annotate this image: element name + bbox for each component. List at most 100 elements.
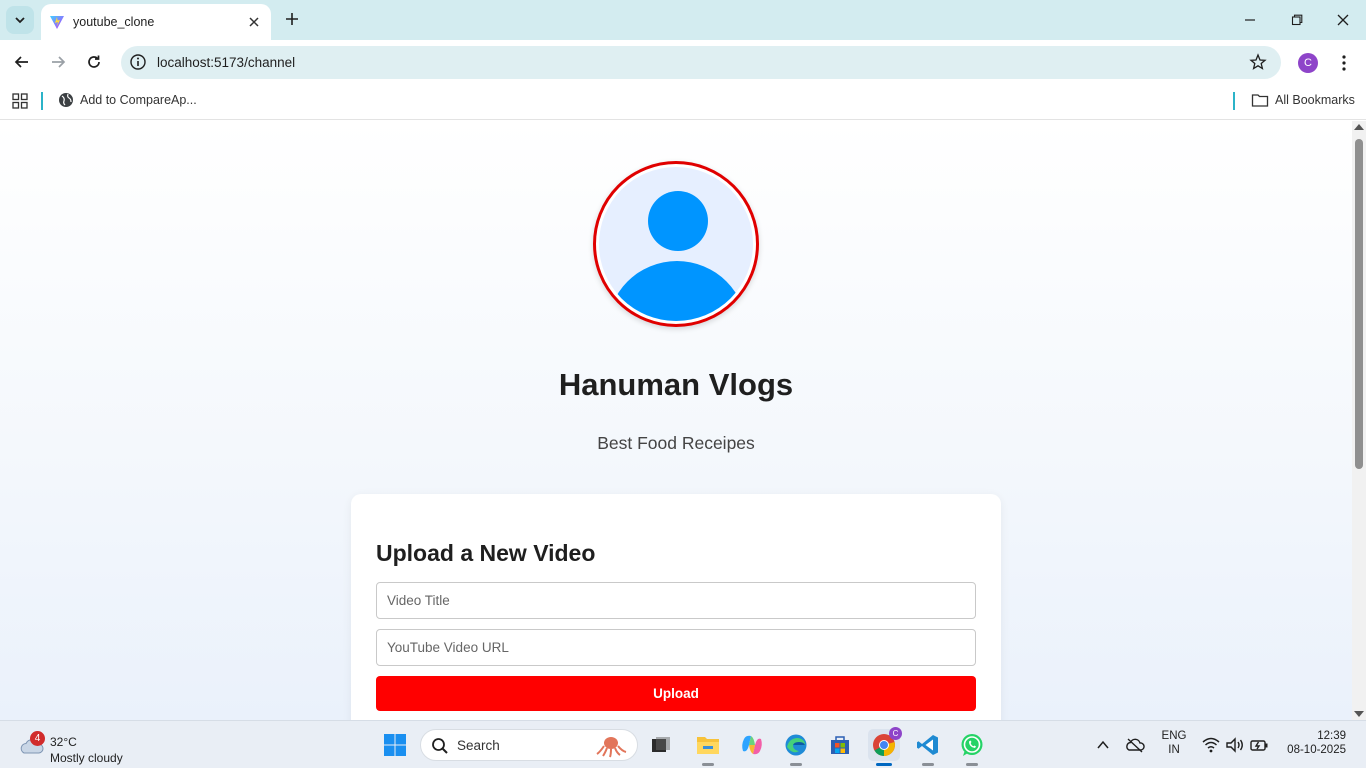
all-bookmarks-button[interactable]: All Bookmarks: [1251, 92, 1355, 108]
bookmarks-bar: Add to CompareAp... All Bookmarks: [0, 84, 1366, 120]
site-info-icon[interactable]: [129, 53, 147, 71]
apps-grid-icon[interactable]: [12, 93, 28, 109]
show-hidden-icons-button[interactable]: [1088, 729, 1118, 761]
quick-settings-button[interactable]: [1198, 729, 1272, 761]
bookmarks-separator: [41, 92, 43, 110]
tab-close-button[interactable]: [245, 13, 263, 31]
clock[interactable]: 12:39 08-10-2025: [1278, 730, 1354, 756]
active-indicator: [876, 763, 892, 766]
microsoft-store-icon: [831, 736, 849, 754]
arrow-left-icon: [14, 56, 28, 68]
browser-menu-button[interactable]: [1335, 51, 1353, 75]
onedrive-offline-button[interactable]: [1120, 729, 1150, 761]
bookmarks-separator: [1233, 92, 1235, 110]
copilot-button[interactable]: [736, 729, 768, 761]
more-vertical-icon: [1342, 55, 1346, 71]
running-indicator: [922, 763, 934, 766]
vscode-button[interactable]: [912, 729, 944, 766]
upload-video-card: Upload a New Video Upload: [351, 494, 1001, 720]
bookmark-label: Add to CompareAp...: [80, 93, 197, 107]
upload-button[interactable]: Upload: [376, 676, 976, 711]
minimize-button[interactable]: [1238, 8, 1262, 32]
search-icon: [432, 738, 448, 754]
edge-button[interactable]: [780, 729, 812, 766]
windows-logo-icon: [384, 734, 406, 756]
channel-avatar: [593, 161, 759, 327]
running-indicator: [966, 763, 978, 766]
browser-tab-bar: youtube_clone: [0, 0, 1366, 40]
new-tab-button[interactable]: [281, 8, 303, 30]
battery-charging-icon: [1250, 740, 1268, 751]
edge-icon: [785, 734, 807, 756]
chevron-down-icon: [15, 17, 25, 24]
avatar-head-shape: [648, 191, 708, 251]
chevron-up-icon: [1097, 740, 1109, 749]
weather-temperature: 32°C: [50, 735, 77, 749]
minimize-icon: [1245, 19, 1255, 21]
restore-button[interactable]: [1285, 8, 1309, 32]
restore-icon: [1291, 14, 1303, 26]
address-bar[interactable]: localhost:5173/channel: [121, 46, 1281, 79]
url-text[interactable]: localhost:5173/channel: [157, 55, 295, 70]
chrome-profile-badge: C: [889, 727, 902, 740]
bookmark-compareapp[interactable]: Add to CompareAp...: [58, 92, 197, 108]
close-window-button[interactable]: [1331, 8, 1355, 32]
running-indicator: [790, 763, 802, 766]
vscode-icon: [917, 735, 938, 755]
upload-heading: Upload a New Video: [376, 540, 596, 566]
file-explorer-button[interactable]: [692, 729, 724, 766]
bookmark-star-icon[interactable]: [1249, 53, 1267, 71]
taskbar-search-box[interactable]: Search: [420, 729, 638, 761]
channel-name: Hanuman Vlogs: [558, 367, 794, 402]
windows-taskbar: 4 32°C Mostly cloudy Search C ENG IN 12:…: [0, 720, 1366, 768]
close-icon: [1337, 14, 1349, 26]
chrome-button[interactable]: C: [868, 727, 902, 766]
clock-date: 08-10-2025: [1287, 744, 1346, 756]
copilot-icon: [742, 735, 762, 755]
close-icon: [249, 17, 259, 27]
weather-condition: Mostly cloudy: [50, 751, 123, 765]
language-indicator[interactable]: ENG IN: [1156, 730, 1192, 756]
octopus-search-art-icon: [596, 737, 627, 758]
volume-icon: [1226, 737, 1243, 753]
browser-tab-active[interactable]: youtube_clone: [41, 4, 271, 40]
language-code: ENG: [1161, 730, 1187, 742]
channel-description: Best Food Receipes: [597, 433, 755, 453]
back-button[interactable]: [9, 49, 35, 75]
page-viewport: Hanuman Vlogs Best Food Receipes Upload …: [0, 121, 1352, 720]
reload-button[interactable]: [81, 49, 107, 75]
scroll-up-arrow[interactable]: [1354, 124, 1364, 130]
avatar-background: [599, 167, 753, 321]
task-view-button[interactable]: [645, 729, 677, 761]
vite-favicon-icon: [50, 16, 64, 29]
folder-icon: [697, 737, 719, 754]
cloud-offline-icon: [1126, 738, 1145, 753]
tab-title: youtube_clone: [73, 15, 155, 29]
tab-search-button[interactable]: [6, 6, 34, 34]
browser-toolbar: localhost:5173/channel: [0, 40, 1366, 84]
wifi-icon: [1202, 737, 1220, 753]
scroll-down-arrow[interactable]: [1354, 711, 1364, 717]
store-button[interactable]: [824, 729, 856, 761]
scrollbar-thumb[interactable]: [1355, 139, 1363, 469]
reload-icon: [88, 55, 100, 68]
forward-button[interactable]: [45, 49, 71, 75]
clock-time: 12:39: [1317, 730, 1346, 742]
weather-widget[interactable]: 4 32°C Mostly cloudy: [16, 727, 146, 765]
folder-icon: [1251, 94, 1269, 107]
start-button[interactable]: [379, 729, 411, 761]
running-indicator: [702, 763, 714, 766]
whatsapp-icon: [961, 734, 983, 756]
avatar-body-shape: [607, 261, 747, 321]
weather-alert-badge: 4: [30, 731, 45, 746]
whatsapp-button[interactable]: [956, 729, 988, 766]
video-title-input[interactable]: [376, 582, 976, 619]
plus-icon: [286, 13, 298, 25]
page-scrollbar[interactable]: [1352, 121, 1366, 720]
profile-avatar-button[interactable]: C: [1298, 53, 1318, 73]
task-view-icon: [652, 737, 670, 752]
arrow-right-icon: [52, 56, 66, 68]
globe-icon: [59, 93, 73, 107]
all-bookmarks-label: All Bookmarks: [1275, 93, 1355, 107]
video-url-input[interactable]: [376, 629, 976, 666]
